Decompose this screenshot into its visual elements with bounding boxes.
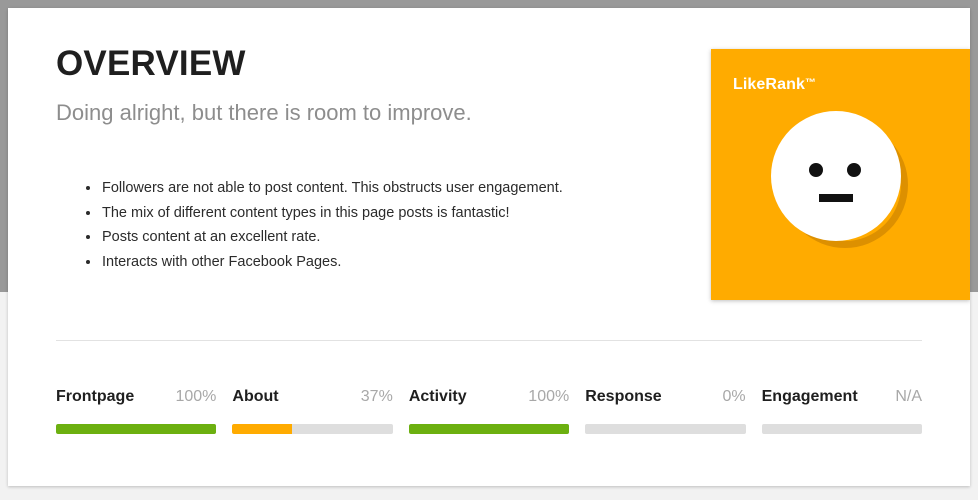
finding-item: Interacts with other Facebook Pages.	[86, 250, 563, 275]
metric-activity: Activity 100%	[408, 388, 570, 434]
metric-progress-fill	[56, 424, 217, 434]
metric-value: 100%	[175, 388, 217, 405]
page-subtitle: Doing alright, but there is room to impr…	[56, 100, 472, 125]
metric-header: Response 0%	[585, 388, 745, 414]
metric-value: 100%	[528, 388, 570, 405]
section-divider	[56, 340, 922, 341]
metric-progress-fill	[408, 424, 570, 434]
metrics-row: Frontpage 100% About 37% Activity 100% Respons…	[56, 388, 923, 434]
trademark-symbol: ™	[804, 77, 817, 89]
metric-label: Response	[585, 388, 662, 405]
page-root: OVERVIEW Doing alright, but there is roo…	[0, 0, 978, 500]
metric-header: Frontpage 100%	[56, 388, 216, 414]
overview-card: OVERVIEW Doing alright, but there is roo…	[8, 8, 970, 486]
face-eye-right-icon	[847, 163, 861, 177]
likerank-title-text: LikeRank	[733, 76, 805, 93]
metric-label: Frontpage	[56, 388, 135, 405]
findings-list: Followers are not able to post content. …	[76, 176, 563, 274]
metric-progress-track	[408, 424, 570, 434]
metric-value: 0%	[722, 388, 746, 405]
metric-header: About 37%	[232, 388, 392, 414]
metric-value: 37%	[360, 388, 393, 405]
metric-progress-track	[761, 424, 923, 434]
face-mouth-neutral-icon	[819, 194, 853, 202]
metric-value: N/A	[895, 388, 923, 405]
metric-label: About	[232, 388, 279, 405]
metric-progress-track	[585, 424, 746, 434]
metric-engagement: Engagement N/A	[761, 388, 923, 434]
metric-frontpage: Frontpage 100%	[56, 388, 217, 434]
metric-progress-fill	[232, 424, 292, 434]
likerank-score-face	[771, 111, 915, 255]
page-title: OVERVIEW	[56, 44, 246, 83]
metric-header: Activity 100%	[409, 388, 569, 414]
metric-label: Activity	[408, 388, 467, 405]
metric-progress-track	[56, 424, 217, 434]
neutral-face-icon	[771, 111, 901, 241]
metric-about: About 37%	[232, 388, 393, 434]
metric-header: Engagement N/A	[762, 388, 922, 414]
likerank-title: LikeRank™	[733, 76, 816, 94]
finding-item: The mix of different content types in th…	[86, 201, 563, 226]
metric-label: Engagement	[761, 388, 858, 405]
face-eye-left-icon	[809, 163, 823, 177]
metric-response: Response 0%	[585, 388, 746, 434]
metric-progress-track	[232, 424, 393, 434]
finding-item: Followers are not able to post content. …	[86, 176, 563, 201]
likerank-card: LikeRank™	[711, 49, 970, 300]
finding-item: Posts content at an excellent rate.	[86, 225, 563, 250]
